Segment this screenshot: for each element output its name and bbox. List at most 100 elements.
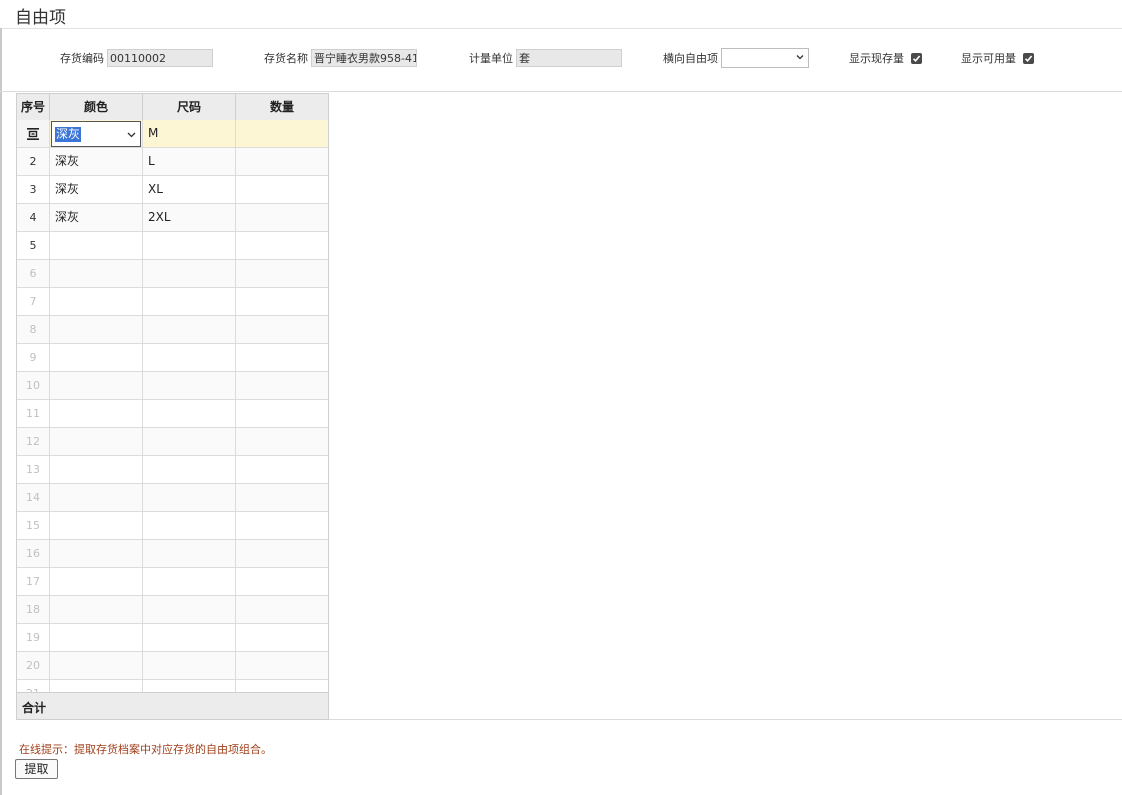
row-number-cell: 21 bbox=[17, 680, 50, 692]
color-cell[interactable] bbox=[50, 680, 143, 692]
quantity-cell[interactable] bbox=[236, 344, 328, 372]
table-row[interactable]: 8 bbox=[17, 316, 328, 344]
inventory-name-label: 存货名称 bbox=[264, 52, 308, 65]
table-row[interactable]: 20 bbox=[17, 652, 328, 680]
color-dropdown[interactable]: 深灰 bbox=[51, 121, 141, 147]
quantity-cell[interactable] bbox=[236, 400, 328, 428]
size-cell[interactable] bbox=[143, 372, 236, 400]
color-cell[interactable] bbox=[50, 652, 143, 680]
color-cell[interactable] bbox=[50, 484, 143, 512]
table-row[interactable]: 21 bbox=[17, 680, 328, 692]
table-row[interactable]: 15 bbox=[17, 512, 328, 540]
color-cell[interactable]: 深灰 bbox=[50, 120, 143, 148]
quantity-cell[interactable] bbox=[236, 624, 328, 652]
table-row[interactable]: 深灰 M bbox=[17, 120, 328, 148]
fetch-button[interactable]: 提取 bbox=[15, 759, 58, 779]
size-cell[interactable] bbox=[143, 596, 236, 624]
quantity-cell[interactable] bbox=[236, 288, 328, 316]
edit-row-icon bbox=[27, 128, 39, 140]
size-cell[interactable] bbox=[143, 232, 236, 260]
size-cell[interactable] bbox=[143, 512, 236, 540]
quantity-cell[interactable] bbox=[236, 232, 328, 260]
quantity-cell[interactable] bbox=[236, 568, 328, 596]
size-cell[interactable]: M bbox=[143, 120, 236, 148]
quantity-cell[interactable] bbox=[236, 148, 328, 176]
table-row[interactable]: 11 bbox=[17, 400, 328, 428]
table-row[interactable]: 6 bbox=[17, 260, 328, 288]
color-cell[interactable] bbox=[50, 456, 143, 484]
color-cell[interactable] bbox=[50, 400, 143, 428]
size-cell[interactable] bbox=[143, 400, 236, 428]
color-cell[interactable] bbox=[50, 428, 143, 456]
quantity-cell[interactable] bbox=[236, 652, 328, 680]
table-row[interactable]: 5 bbox=[17, 232, 328, 260]
table-row[interactable]: 18 bbox=[17, 596, 328, 624]
color-cell[interactable] bbox=[50, 624, 143, 652]
table-row[interactable]: 2 深灰 L bbox=[17, 148, 328, 176]
size-cell[interactable]: 2XL bbox=[143, 204, 236, 232]
size-cell[interactable] bbox=[143, 456, 236, 484]
color-cell[interactable] bbox=[50, 568, 143, 596]
show-on-hand-checkbox[interactable] bbox=[911, 52, 922, 64]
horizontal-free-item-select[interactable] bbox=[721, 48, 809, 68]
column-header-quantity[interactable]: 数量 bbox=[236, 94, 328, 120]
size-cell[interactable] bbox=[143, 288, 236, 316]
color-cell[interactable]: 深灰 bbox=[50, 204, 143, 232]
color-cell[interactable] bbox=[50, 596, 143, 624]
table-row[interactable]: 3 深灰 XL bbox=[17, 176, 328, 204]
size-cell[interactable] bbox=[143, 680, 236, 692]
quantity-cell[interactable] bbox=[236, 120, 328, 148]
color-cell[interactable] bbox=[50, 288, 143, 316]
quantity-cell[interactable] bbox=[236, 428, 328, 456]
size-cell[interactable]: XL bbox=[143, 176, 236, 204]
color-cell[interactable] bbox=[50, 372, 143, 400]
color-cell[interactable] bbox=[50, 540, 143, 568]
size-cell[interactable] bbox=[143, 428, 236, 456]
quantity-cell[interactable] bbox=[236, 456, 328, 484]
column-header-color[interactable]: 颜色 bbox=[50, 94, 143, 120]
quantity-cell[interactable] bbox=[236, 372, 328, 400]
row-number-cell: 18 bbox=[17, 596, 50, 624]
table-row[interactable]: 7 bbox=[17, 288, 328, 316]
table-row[interactable]: 19 bbox=[17, 624, 328, 652]
color-cell[interactable] bbox=[50, 512, 143, 540]
show-available-checkbox[interactable] bbox=[1023, 52, 1034, 64]
size-cell[interactable] bbox=[143, 624, 236, 652]
size-cell[interactable] bbox=[143, 260, 236, 288]
table-row[interactable]: 12 bbox=[17, 428, 328, 456]
column-header-size[interactable]: 尺码 bbox=[143, 94, 236, 120]
color-cell[interactable] bbox=[50, 344, 143, 372]
quantity-cell[interactable] bbox=[236, 680, 328, 692]
size-cell[interactable] bbox=[143, 316, 236, 344]
table-row[interactable]: 9 bbox=[17, 344, 328, 372]
quantity-cell[interactable] bbox=[236, 316, 328, 344]
quantity-cell[interactable] bbox=[236, 260, 328, 288]
table-row[interactable]: 17 bbox=[17, 568, 328, 596]
color-cell[interactable] bbox=[50, 316, 143, 344]
table-row[interactable]: 16 bbox=[17, 540, 328, 568]
size-cell[interactable] bbox=[143, 652, 236, 680]
quantity-cell[interactable] bbox=[236, 540, 328, 568]
table-row[interactable]: 10 bbox=[17, 372, 328, 400]
table-row[interactable]: 14 bbox=[17, 484, 328, 512]
unit-input[interactable]: 套 bbox=[516, 49, 622, 67]
color-cell[interactable]: 深灰 bbox=[50, 176, 143, 204]
table-row[interactable]: 13 bbox=[17, 456, 328, 484]
table-row[interactable]: 4 深灰 2XL bbox=[17, 204, 328, 232]
quantity-cell[interactable] bbox=[236, 176, 328, 204]
inventory-code-input[interactable]: 00110002 bbox=[107, 49, 213, 67]
size-cell[interactable] bbox=[143, 484, 236, 512]
quantity-cell[interactable] bbox=[236, 512, 328, 540]
size-cell[interactable]: L bbox=[143, 148, 236, 176]
size-cell[interactable] bbox=[143, 568, 236, 596]
column-header-index[interactable]: 序号 bbox=[17, 94, 50, 120]
color-cell[interactable]: 深灰 bbox=[50, 148, 143, 176]
size-cell[interactable] bbox=[143, 344, 236, 372]
color-cell[interactable] bbox=[50, 232, 143, 260]
inventory-name-input[interactable]: 晋宁睡衣男款958-41 bbox=[311, 49, 417, 67]
size-cell[interactable] bbox=[143, 540, 236, 568]
quantity-cell[interactable] bbox=[236, 204, 328, 232]
quantity-cell[interactable] bbox=[236, 484, 328, 512]
quantity-cell[interactable] bbox=[236, 596, 328, 624]
color-cell[interactable] bbox=[50, 260, 143, 288]
